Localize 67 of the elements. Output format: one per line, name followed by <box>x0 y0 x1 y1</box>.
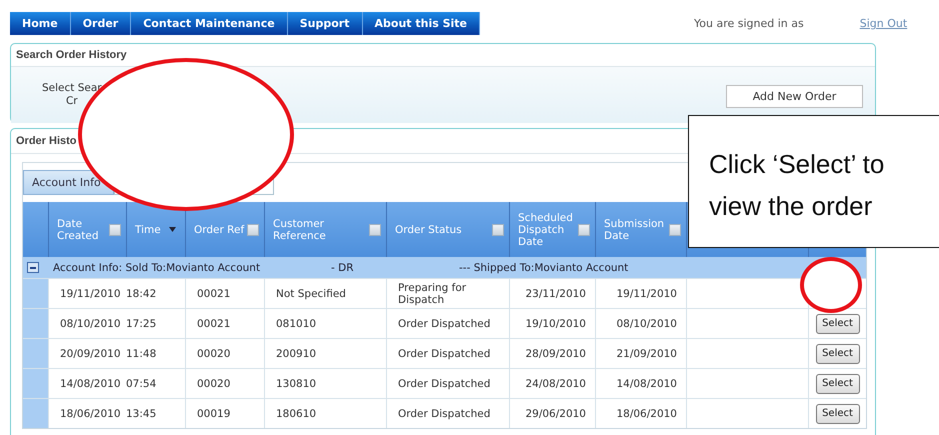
nav-tab[interactable]: Contact Maintenance <box>131 12 288 35</box>
signed-in-text: You are signed in as <box>694 17 804 30</box>
group-label: Account Info: Sold To:Movianto Account <box>53 262 260 274</box>
select-button[interactable]: Select <box>816 404 860 424</box>
table-cell: Order Dispatched <box>398 348 490 360</box>
table-cell: 20/09/2010 <box>60 348 121 360</box>
table-cell: 130810 <box>276 378 316 390</box>
panel-title: Search Order History <box>16 49 127 61</box>
search-label: Cr <box>66 95 78 108</box>
nav-tab[interactable]: Order <box>70 12 132 35</box>
table-cell: 21/09/2010 <box>616 348 677 360</box>
nav-tab[interactable]: Support <box>288 12 362 35</box>
table-cell: 00020 <box>197 378 230 390</box>
table-cell: 18:42 <box>126 288 156 300</box>
table-cell: 18/06/2010 <box>616 408 677 420</box>
filter-icon[interactable] <box>369 224 381 236</box>
filter-icon[interactable] <box>109 224 121 236</box>
table-cell: 14/08/2010 <box>60 378 121 390</box>
table-cell: 14/08/2010 <box>616 378 677 390</box>
table-cell: 19/11/2010 <box>616 288 677 300</box>
table-cell: Order Dispatched <box>398 378 490 390</box>
table-cell: 19/11/2010 <box>60 288 121 300</box>
nav-tab[interactable]: Home <box>10 12 71 35</box>
add-order-button[interactable]: Add New Order <box>726 85 863 108</box>
select-button[interactable]: Select <box>816 314 860 334</box>
nav-tab[interactable]: About this Site <box>362 12 480 35</box>
group-indent <box>23 399 48 428</box>
table-cell: 18/06/2010 <box>60 408 121 420</box>
table-cell: 08/10/2010 <box>60 318 121 330</box>
search-label: Select Sear <box>42 82 102 95</box>
select-button[interactable]: Select <box>816 374 860 394</box>
table-cell: Order Dispatched <box>398 318 490 330</box>
table-cell: 180610 <box>276 408 316 420</box>
table-cell: 00021 <box>197 288 230 300</box>
table-cell: 19/10/2010 <box>525 318 586 330</box>
table-cell: 11:48 <box>126 348 156 360</box>
group-indent <box>23 369 48 398</box>
table-cell: 081010 <box>276 318 316 330</box>
filter-icon[interactable] <box>578 224 590 236</box>
table-cell: 200910 <box>276 348 316 360</box>
sign-out-link[interactable]: Sign Out <box>860 17 908 30</box>
table-cell: 13:45 <box>126 408 156 420</box>
collapse-icon[interactable] <box>27 262 39 273</box>
table-cell: 23/11/2010 <box>525 288 586 300</box>
sort-arrow-icon[interactable] <box>169 227 176 232</box>
table-cell: Not Specified <box>276 288 346 300</box>
table-cell: 07:54 <box>126 378 156 390</box>
group-label: - DR <box>331 262 354 274</box>
table-cell: 08/10/2010 <box>616 318 677 330</box>
table-cell: 00021 <box>197 318 230 330</box>
filter-icon[interactable] <box>492 224 504 236</box>
select-button[interactable]: Select <box>816 344 860 364</box>
callout-note: Click ‘Select’ to view the order <box>688 115 939 248</box>
table-cell: 17:25 <box>126 318 156 330</box>
group-indent <box>23 339 48 368</box>
table-cell: 00020 <box>197 348 230 360</box>
table-cell: 00019 <box>197 408 230 420</box>
filter-icon[interactable] <box>247 224 259 236</box>
table-cell: Order Dispatched <box>398 408 490 420</box>
table-cell-text: Preparing for Dispatch <box>398 282 468 306</box>
table-cell: 28/09/2010 <box>525 348 586 360</box>
panel-title: Order Histo <box>16 135 77 147</box>
group-label: --- Shipped To:Movianto Account <box>459 262 628 274</box>
group-indent <box>23 309 48 338</box>
table-cell: 29/06/2010 <box>525 408 586 420</box>
table-cell: 24/08/2010 <box>525 378 586 390</box>
filter-icon[interactable] <box>669 224 681 236</box>
